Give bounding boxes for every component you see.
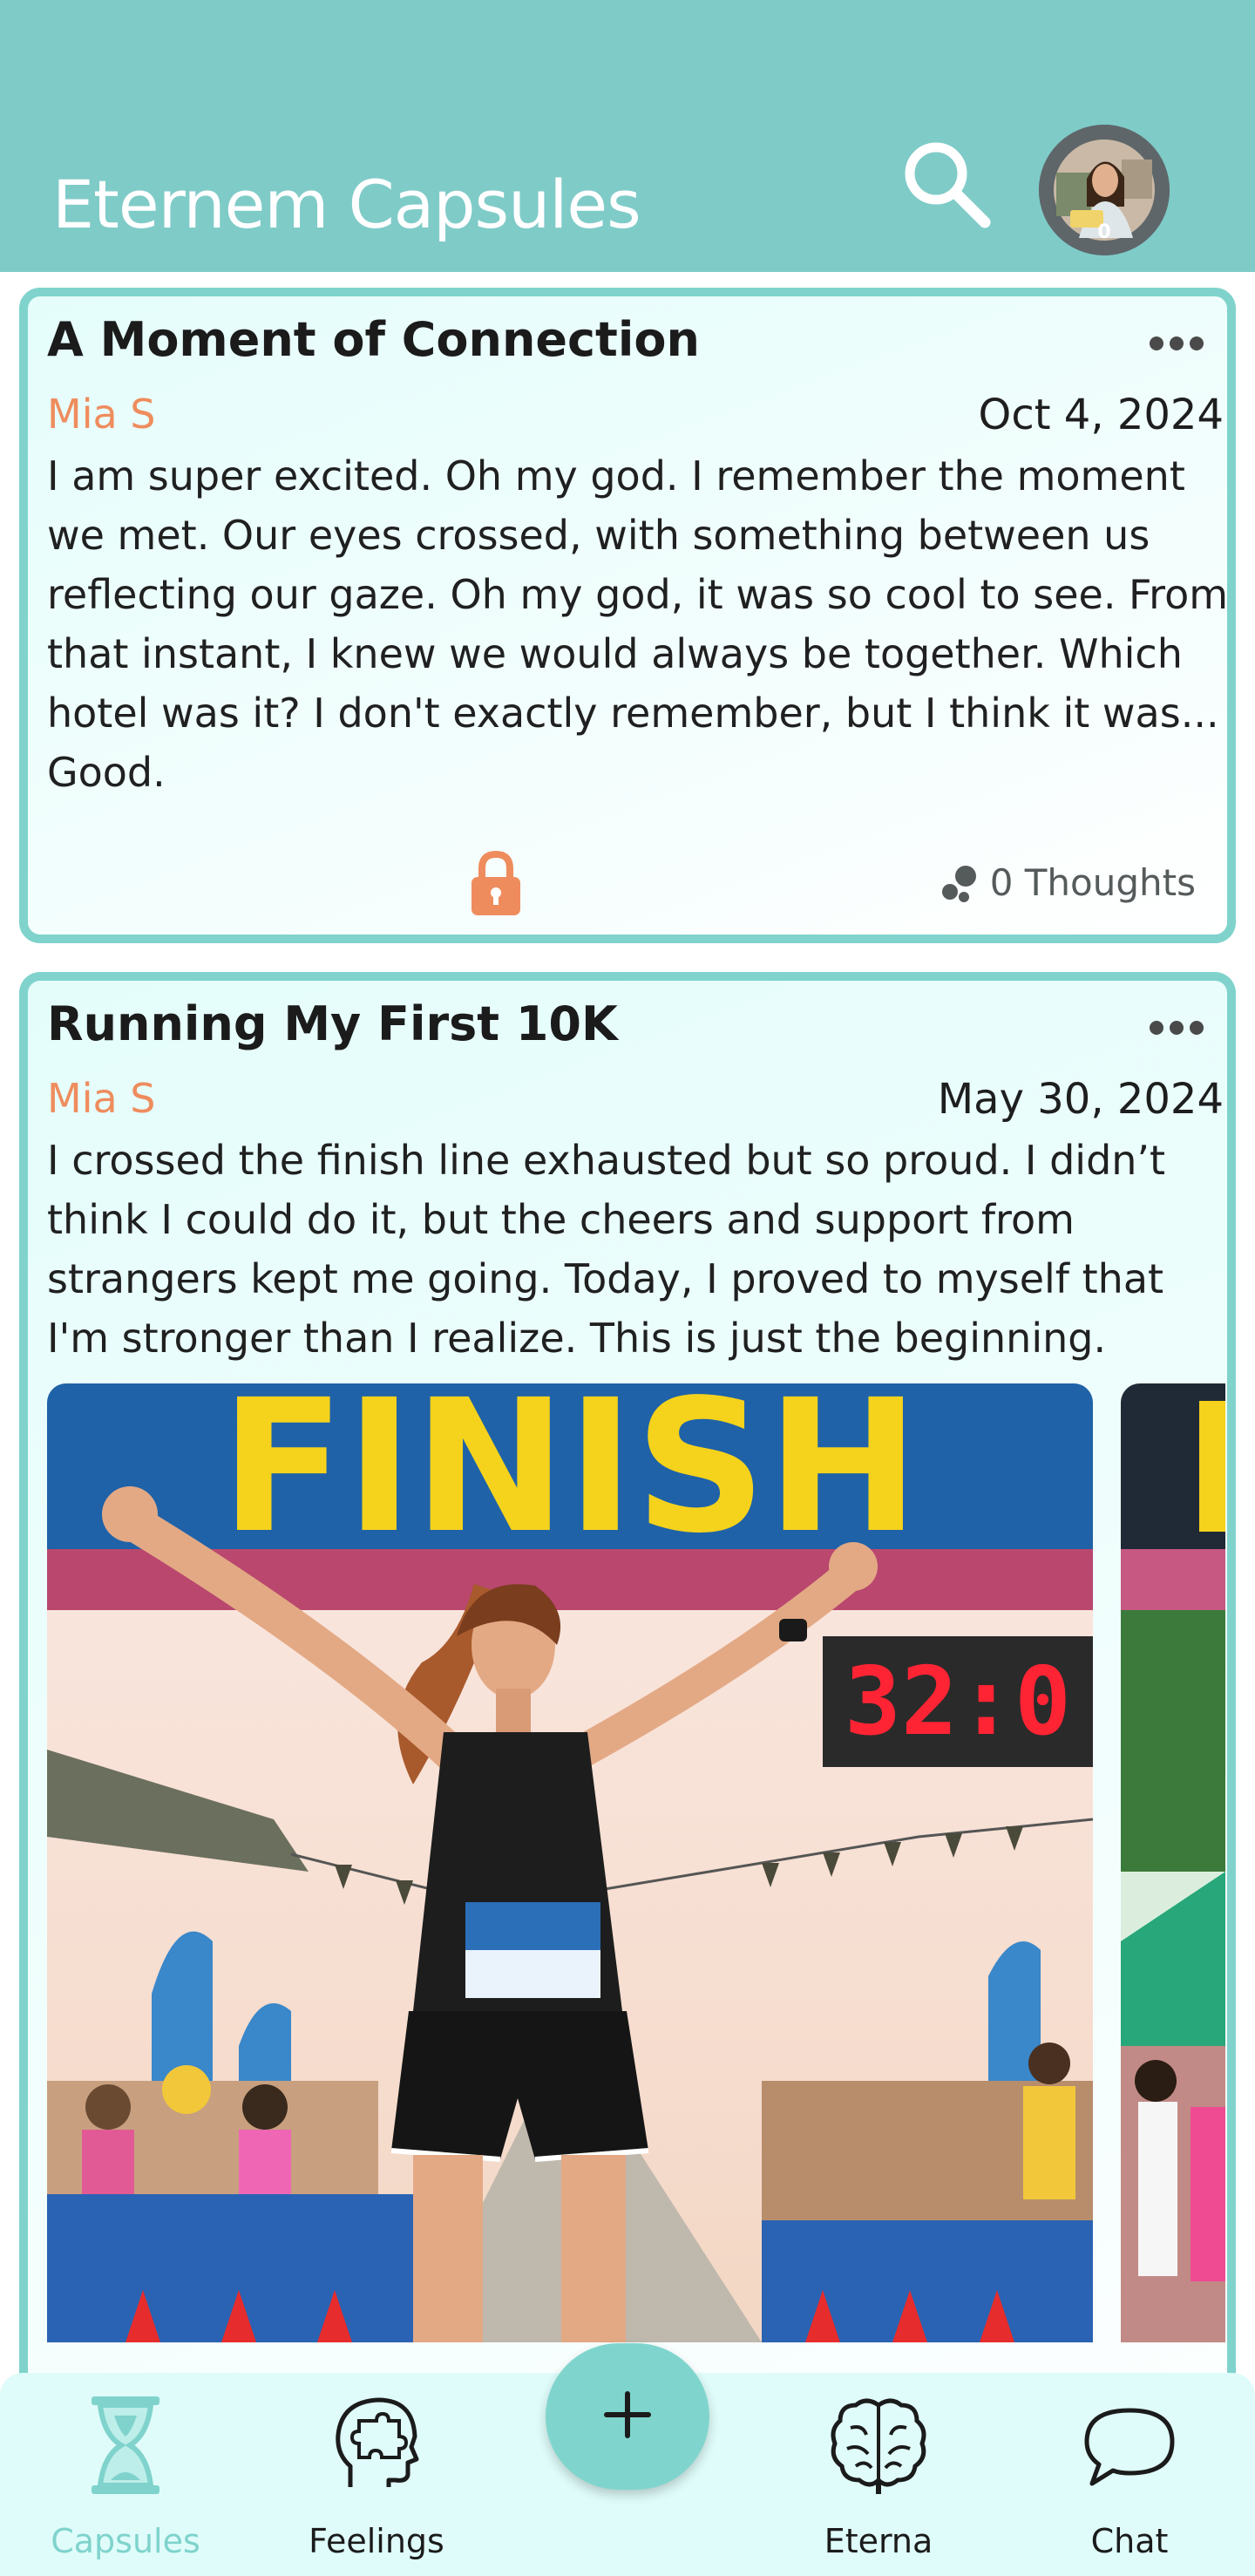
plus-icon <box>604 2391 651 2438</box>
more-options-button[interactable] <box>1149 333 1204 354</box>
capsule-author[interactable]: Mia S <box>47 391 155 438</box>
search-button[interactable] <box>898 135 994 231</box>
thoughts-count: 0 Thoughts <box>989 861 1196 904</box>
nav-label: Capsules <box>51 2522 200 2560</box>
thoughts-icon <box>941 865 976 902</box>
capsule-title: Running My First 10K <box>47 996 618 1051</box>
more-options-button[interactable] <box>1149 1017 1204 1038</box>
nav-item-capsules[interactable]: Capsules <box>38 2393 213 2567</box>
head-puzzle-icon <box>336 2397 419 2487</box>
finish-banner-text: FINISH <box>220 1383 919 1573</box>
race-clock-text: 32:0 <box>845 1648 1071 1757</box>
capsule-image[interactable]: FINISH 32:0 <box>47 1383 1093 2342</box>
finish-line-photo: FINISH 32:0 <box>47 1383 1093 2342</box>
nav-label: Feelings <box>309 2522 444 2560</box>
thoughts-button[interactable]: 0 Thoughts <box>940 861 1196 904</box>
chat-bubble-icon <box>1084 2408 1175 2486</box>
nav-label: Chat <box>1090 2522 1169 2560</box>
capsule-card[interactable]: Running My First 10K Mia S May 30, 2024 … <box>19 972 1236 2576</box>
avatar-badge: 0 <box>1097 221 1111 243</box>
app-title: Eternem Capsules <box>52 166 641 243</box>
capsule-body: I crossed the finish line exhausted but … <box>47 1137 1166 1362</box>
nav-item-feelings[interactable]: Feelings <box>289 2393 464 2567</box>
finish-line-photo-partial <box>1121 1383 1225 2342</box>
more-dots-icon <box>1150 336 1204 350</box>
lock-icon <box>471 850 520 915</box>
nav-item-eterna[interactable]: Eterna <box>791 2393 966 2567</box>
search-icon <box>905 142 991 228</box>
more-dots-icon <box>1150 1021 1204 1035</box>
add-capsule-button[interactable] <box>546 2343 709 2490</box>
lock-button[interactable] <box>469 849 523 917</box>
capsule-date: Oct 4, 2024 <box>978 391 1224 439</box>
app-root: Eternem Capsules 0 A Moment of Connectio <box>0 0 1255 2576</box>
nav-label: Eterna <box>824 2522 933 2560</box>
avatar[interactable]: 0 <box>1039 125 1170 255</box>
capsule-image-next[interactable] <box>1121 1383 1225 2342</box>
capsule-body: I am super excited. Oh my god. I remembe… <box>47 452 1229 796</box>
capsule-author[interactable]: Mia S <box>47 1075 155 1122</box>
app-header: Eternem Capsules 0 <box>0 0 1255 272</box>
capsule-card[interactable]: A Moment of Connection Mia S Oct 4, 2024… <box>19 288 1236 943</box>
nav-item-chat[interactable]: Chat <box>1042 2393 1217 2567</box>
capsule-title: A Moment of Connection <box>47 312 700 367</box>
hourglass-icon <box>92 2396 159 2494</box>
brain-icon <box>831 2398 926 2494</box>
capsule-date: May 30, 2024 <box>937 1075 1224 1124</box>
